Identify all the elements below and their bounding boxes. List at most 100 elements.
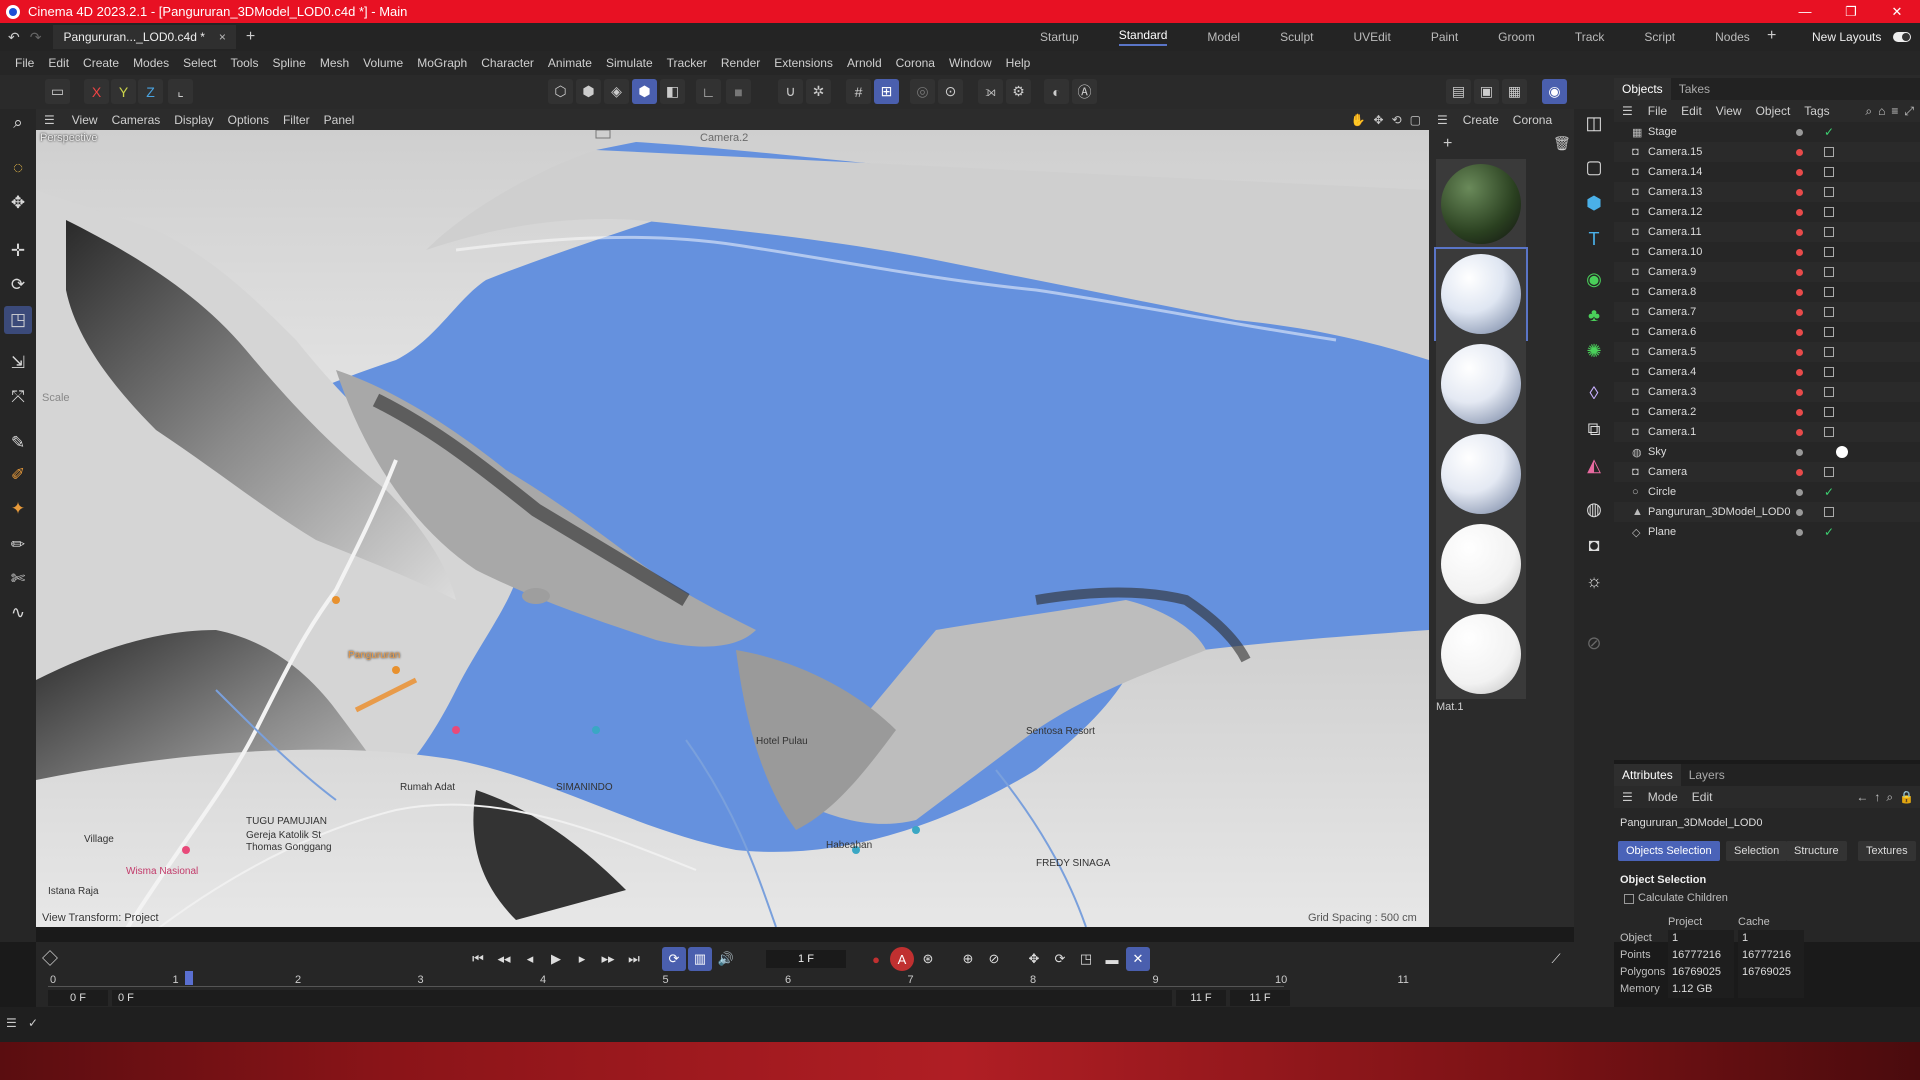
object-row[interactable]: ◘ Camera.8 (1614, 282, 1920, 302)
add-layout-button[interactable]: + (1767, 27, 1776, 45)
live-select-icon[interactable]: ✥ (4, 189, 32, 217)
edges-mode-icon[interactable]: ⬢ (576, 79, 601, 104)
close-button[interactable]: ✕ (1874, 4, 1920, 20)
target-tag-icon[interactable] (1824, 167, 1834, 177)
play-button[interactable]: ▶ (544, 947, 568, 971)
menu-mograph[interactable]: MoGraph (410, 56, 474, 70)
menu-spline[interactable]: Spline (265, 56, 312, 70)
material-swatch[interactable] (1436, 159, 1526, 249)
workplane-icon[interactable]: ◎ (910, 79, 935, 104)
subdivision-icon[interactable]: ◉ (1580, 265, 1608, 293)
document-tab[interactable]: Pangururan..._LOD0.c4d * × (53, 25, 236, 49)
go-to-start-button[interactable]: ⏮ (466, 947, 490, 971)
delete-material-icon[interactable]: 🗑 (1553, 135, 1571, 152)
menu-file[interactable]: File (8, 56, 41, 70)
visibility-dot[interactable] (1796, 308, 1803, 316)
visibility-dot[interactable] (1796, 448, 1803, 456)
sculpt-icon[interactable]: ∿ (4, 599, 32, 627)
material-menu-corona[interactable]: Corona (1506, 113, 1559, 127)
calc-children-checkbox[interactable] (1624, 894, 1634, 904)
object-row[interactable]: ◘ Camera.1 (1614, 422, 1920, 442)
object-row[interactable]: ◘ Camera.9 (1614, 262, 1920, 282)
material-swatch[interactable] (1436, 339, 1526, 429)
maximize-view-icon[interactable]: ▢ (1410, 113, 1421, 127)
param-key-icon[interactable]: ▬ (1100, 947, 1124, 971)
attr-menu-edit[interactable]: Edit (1685, 790, 1720, 804)
corona-icon[interactable]: ◐ (1044, 79, 1069, 104)
transform-tool-icon[interactable]: ⇲ (4, 349, 32, 377)
visibility-dot[interactable] (1796, 348, 1803, 356)
viewport-menu-filter[interactable]: Filter (276, 113, 317, 127)
rotate-key-icon[interactable]: ⟳ (1048, 947, 1072, 971)
zoom-search-icon[interactable]: ⌕ (4, 109, 32, 137)
render-picture-viewer-icon[interactable]: ▣ (1474, 79, 1499, 104)
target-tag-icon[interactable] (1824, 227, 1834, 237)
tab-layers[interactable]: Layers (1681, 764, 1733, 786)
brush-icon[interactable]: ✏ (4, 531, 32, 559)
polygon-pen-icon[interactable]: ✦ (4, 495, 32, 523)
model-mode-icon[interactable]: ⬢ (632, 79, 657, 104)
object-row[interactable]: ◘ Camera.6 (1614, 322, 1920, 342)
polygons-mode-icon[interactable]: ◈ (604, 79, 629, 104)
tab-objects[interactable]: Objects (1614, 78, 1671, 100)
spline-rectangle-icon[interactable]: ▢ (1580, 153, 1608, 181)
menu-mesh[interactable]: Mesh (313, 56, 356, 70)
visibility-dot[interactable] (1796, 248, 1803, 256)
attr-lock-icon[interactable]: 🔒 (1899, 790, 1914, 804)
menu-edit[interactable]: Edit (41, 56, 76, 70)
go-to-end-button[interactable]: ⏭ (622, 947, 646, 971)
edit-render-settings-icon[interactable]: ▦ (1502, 79, 1527, 104)
object-menu-object[interactable]: Object (1749, 104, 1798, 118)
object-expand-icon[interactable]: ⤢ (1904, 104, 1914, 119)
grid-snap-icon[interactable]: ⊞ (874, 79, 899, 104)
viewport-menu-view[interactable]: View (65, 113, 105, 127)
material-swatch[interactable] (1436, 609, 1526, 699)
undo-icon[interactable]: ↶ (8, 29, 20, 46)
tab-takes[interactable]: Takes (1671, 78, 1718, 100)
spline-smooth-icon[interactable]: ✐ (4, 461, 32, 489)
visibility-dot[interactable] (1796, 388, 1803, 396)
points-mode-icon[interactable]: ⬡ (548, 79, 573, 104)
layout-tab-groom[interactable]: Groom (1498, 30, 1535, 44)
object-row[interactable]: ◘ Camera.10 (1614, 242, 1920, 262)
visibility-dot[interactable] (1796, 468, 1803, 476)
volume-icon[interactable]: ◭ (1580, 451, 1608, 479)
symmetry-icon[interactable]: ⟕ (978, 79, 1003, 104)
object-menu-view[interactable]: View (1709, 104, 1749, 118)
visibility-dot[interactable] (1796, 128, 1803, 136)
visibility-dot[interactable] (1796, 368, 1803, 376)
scale-tool-icon[interactable]: ◳ (4, 306, 32, 334)
autokey-button[interactable]: A (890, 947, 914, 971)
structure-tab[interactable]: Structure (1786, 841, 1847, 861)
textures-tab[interactable]: Textures (1858, 841, 1916, 861)
soft-selection-icon[interactable]: ✲ (806, 79, 831, 104)
record-button[interactable]: ● (864, 947, 888, 971)
next-key-button[interactable]: ▸▸ (596, 947, 620, 971)
pan-icon[interactable]: ✋ (1351, 113, 1366, 127)
document-tab-close-icon[interactable]: × (219, 30, 226, 44)
target-tag-icon[interactable] (1824, 407, 1834, 417)
visibility-dot[interactable] (1796, 228, 1803, 236)
layout-tab-standard[interactable]: Standard (1118, 28, 1168, 46)
axis-z-button[interactable]: Z (138, 79, 163, 104)
rotate-tool-icon[interactable]: ⟳ (4, 271, 32, 299)
field-icon[interactable]: ⧉ (1580, 415, 1608, 443)
attr-search-icon[interactable]: ⌕ (1886, 790, 1893, 805)
target-tag-icon[interactable] (1824, 347, 1834, 357)
viewport-menu-cameras[interactable]: Cameras (105, 113, 168, 127)
axis-y-button[interactable]: Y (111, 79, 136, 104)
viewport-menu-panel[interactable]: Panel (317, 113, 362, 127)
axis-mode-icon[interactable]: ∟ (696, 79, 721, 104)
start-frame-field[interactable]: 0 F (48, 990, 108, 1006)
visibility-dot[interactable] (1796, 148, 1803, 156)
tweak-mode-icon[interactable]: ■ (726, 79, 751, 104)
playhead[interactable] (185, 971, 193, 985)
target-tag-icon[interactable] (1824, 287, 1834, 297)
snap-icon[interactable]: # (846, 79, 871, 104)
scale-key-icon[interactable]: ◳ (1074, 947, 1098, 971)
visibility-dot[interactable] (1796, 168, 1803, 176)
visibility-dot[interactable] (1796, 288, 1803, 296)
menu-arnold[interactable]: Arnold (840, 56, 889, 70)
status-check-icon[interactable]: ✓ (28, 1016, 38, 1030)
visibility-dot[interactable] (1796, 208, 1803, 216)
